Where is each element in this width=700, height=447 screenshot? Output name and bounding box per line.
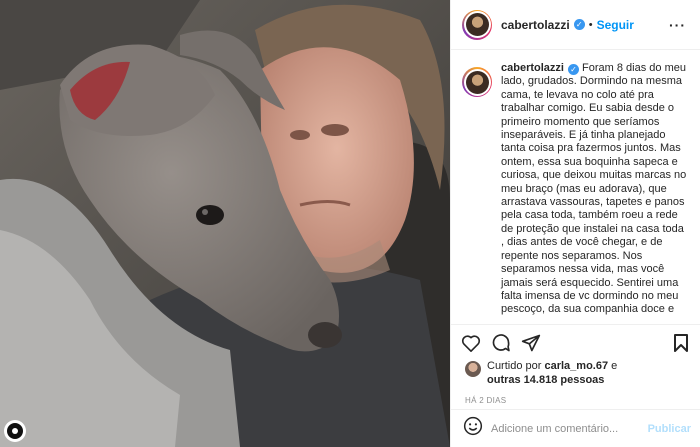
verified-check-icon: ✓ (573, 19, 585, 30)
action-icons-row (451, 325, 700, 361)
caption-username[interactable]: cabertolazzi (501, 62, 564, 74)
post-timestamp[interactable]: HÁ 2 DIAS (451, 396, 700, 405)
bookmark-icon[interactable] (673, 333, 689, 358)
post-photo[interactable] (0, 0, 450, 447)
post-actions: Curtido por carla_mo.67 e outras 14.818 … (451, 324, 700, 405)
liked-and: e (611, 360, 618, 372)
post-header: cabertolazzi ✓ • Seguir ··· (451, 0, 700, 50)
likes-text: Curtido por carla_mo.67 e outras 14.818 … (487, 359, 687, 387)
author-avatar[interactable] (462, 9, 492, 40)
liked-user[interactable]: carla_mo.67 (544, 360, 608, 372)
liker-avatar[interactable] (465, 361, 481, 377)
emoji-icon[interactable] (463, 416, 483, 441)
more-options-icon[interactable]: ··· (669, 17, 686, 33)
liked-others[interactable]: outras 14.818 pessoas (487, 374, 604, 386)
post-caption: cabertolazzi ✓ Foram 8 dias do meu lado, … (501, 62, 687, 324)
publish-button[interactable]: Publicar (648, 423, 691, 435)
share-icon[interactable] (521, 331, 551, 355)
post-sidebar: cabertolazzi ✓ • Seguir ··· cabertolazzi… (450, 0, 700, 447)
photo-man-with-puppy (0, 0, 450, 447)
likes-summary: Curtido por carla_mo.67 e outras 14.818 … (451, 359, 700, 387)
verified-check-icon: ✓ (567, 64, 579, 75)
comment-icon[interactable] (491, 331, 521, 355)
liked-prefix: Curtido por (487, 360, 542, 372)
author-username[interactable]: cabertolazzi (501, 18, 570, 32)
caption-author-avatar[interactable] (462, 67, 492, 97)
comments-section[interactable]: cabertolazzi ✓ Foram 8 dias do meu lado, … (451, 62, 700, 324)
separator-dot: • (588, 18, 593, 31)
comment-input[interactable]: Adicione um comentário... (491, 423, 648, 435)
caption-text: Foram 8 dias do meu lado, grudados. Dorm… (501, 62, 687, 316)
add-comment-bar: Adicione um comentário... Publicar (451, 409, 700, 447)
tagged-user-icon[interactable] (4, 420, 26, 442)
follow-button[interactable]: Seguir (597, 18, 634, 32)
heart-icon[interactable] (461, 331, 491, 355)
